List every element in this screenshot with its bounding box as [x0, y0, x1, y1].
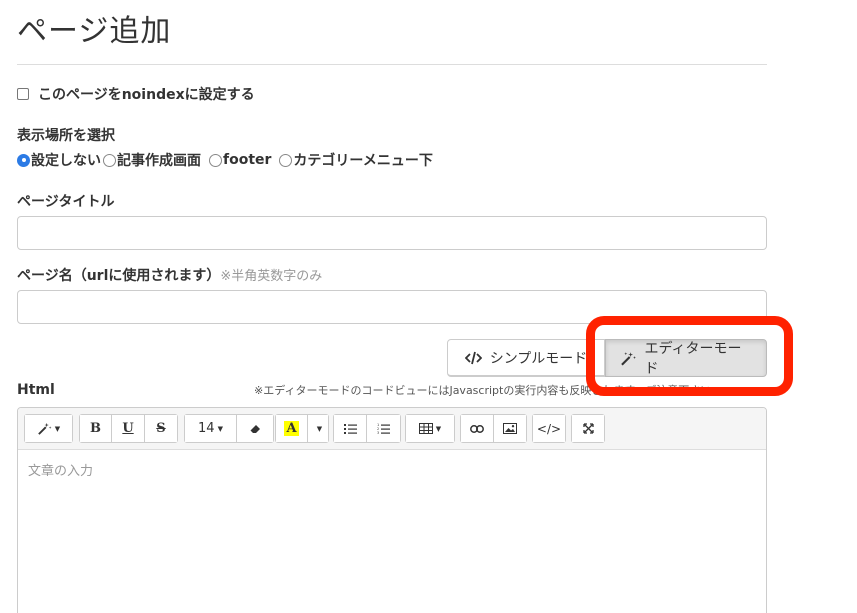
radio-button[interactable] [279, 153, 293, 167]
list-group: 123 [333, 414, 401, 443]
strikethrough-icon[interactable]: S [145, 415, 177, 442]
caret-down-icon: ▼ [316, 424, 323, 433]
simple-mode-label: シンプルモード [489, 350, 588, 367]
noindex-label: このページをnoindexに設定する [38, 87, 255, 103]
highlight-a-icon: A [284, 421, 299, 436]
annotation-highlight [586, 316, 793, 396]
table-icon [418, 423, 433, 434]
text-color-button[interactable]: A [276, 415, 308, 442]
color-group: A ▼ [275, 414, 329, 443]
font-size-value: 14 [198, 421, 215, 436]
insert-group [460, 414, 527, 443]
color-dropdown-button[interactable]: ▼ [308, 415, 328, 442]
eraser-icon[interactable] [237, 415, 273, 442]
table-group: ▼ [405, 414, 455, 443]
code-icon [464, 351, 482, 364]
image-icon[interactable] [494, 415, 526, 442]
divider [17, 64, 767, 65]
ordered-list-icon[interactable]: 123 [367, 415, 400, 442]
svg-text:3: 3 [377, 431, 379, 434]
radio-label: footer [223, 152, 272, 168]
font-size-group: 14 ▼ [184, 414, 274, 443]
radio-button[interactable] [103, 153, 116, 167]
font-style-group: B U S [79, 414, 178, 443]
page-name-hint: ※半角英数字のみ [220, 269, 323, 284]
style-group: ▼ [24, 414, 73, 443]
noindex-checkbox[interactable] [17, 88, 29, 100]
unordered-list-icon[interactable] [334, 415, 367, 442]
editor-toolbar: ▼ B U S 14 ▼ A ▼ 1 2 3 ▼ </> [18, 408, 766, 450]
html-label: Html [17, 382, 55, 398]
noindex-option[interactable]: このページをnoindexに設定する [17, 85, 255, 103]
page-name-label: ページ名（urlに使用されます）※半角英数字のみ [17, 265, 322, 285]
bold-icon[interactable]: B [80, 415, 112, 442]
codeview-icon[interactable]: </> [533, 415, 565, 442]
radio-label: 設定しない [31, 153, 101, 169]
page-title-input[interactable] [17, 216, 767, 250]
radio-button[interactable] [17, 153, 30, 167]
page-title: ページ追加 [17, 14, 172, 49]
font-size-dropdown[interactable]: 14 ▼ [185, 415, 237, 442]
style-dropdown-button[interactable]: ▼ [25, 415, 72, 442]
magic-wand-icon [37, 422, 52, 435]
underline-icon[interactable]: U [112, 415, 145, 442]
codeview-group: </> [532, 414, 566, 443]
rich-text-editor: ▼ B U S 14 ▼ A ▼ 1 2 3 ▼ </> 文章の入力 [17, 407, 767, 613]
caret-down-icon: ▼ [217, 424, 223, 433]
editor-content-area[interactable]: 文章の入力 [18, 450, 766, 489]
radio-option-category-menu[interactable]: カテゴリーメニュー下 [279, 150, 433, 170]
simple-mode-button[interactable]: シンプルモード [447, 339, 605, 377]
radio-option-none[interactable]: 設定しない [17, 150, 101, 170]
radio-option-article-editor[interactable]: 記事作成画面 [103, 150, 201, 170]
table-dropdown-button[interactable]: ▼ [406, 415, 454, 442]
radio-button[interactable] [209, 153, 222, 167]
placement-radio-group: 設定しない 記事作成画面 footer カテゴリーメニュー下 [17, 150, 435, 170]
editor-placeholder: 文章の入力 [28, 464, 94, 479]
caret-down-icon: ▼ [435, 424, 442, 433]
page-name-label-text: ページ名（urlに使用されます） [17, 268, 221, 284]
caret-down-icon: ▼ [54, 424, 61, 433]
radio-label: カテゴリーメニュー下 [293, 153, 433, 169]
fullscreen-group [571, 414, 605, 443]
radio-option-footer[interactable]: footer [209, 152, 271, 168]
page-title-label: ページタイトル [17, 194, 115, 210]
fullscreen-icon[interactable] [572, 415, 604, 442]
link-icon[interactable] [461, 415, 494, 442]
placement-label: 表示場所を選択 [17, 128, 115, 144]
radio-label: 記事作成画面 [117, 153, 201, 169]
